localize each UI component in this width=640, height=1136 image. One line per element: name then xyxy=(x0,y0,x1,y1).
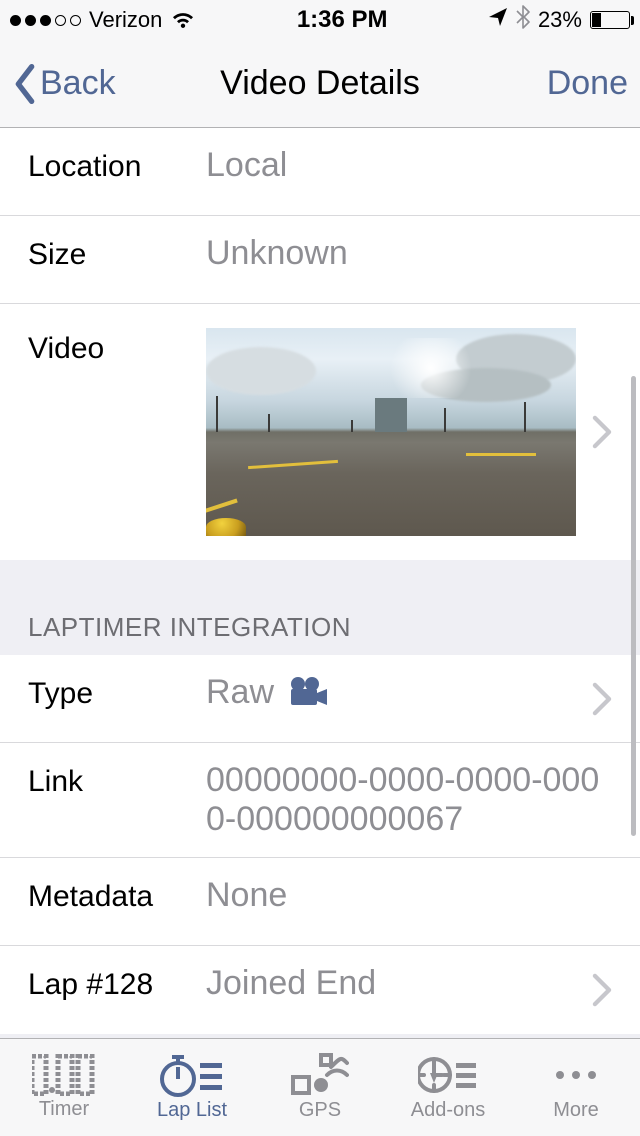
back-button[interactable]: Back xyxy=(12,64,116,104)
timer-icon xyxy=(32,1054,96,1096)
back-label: Back xyxy=(40,64,116,103)
video-thumbnail[interactable] xyxy=(206,328,576,536)
location-services-icon xyxy=(488,6,508,34)
tab-laplist-label: Lap List xyxy=(157,1099,227,1122)
row-type-label: Type xyxy=(28,673,206,711)
tab-laplist[interactable]: Lap List xyxy=(128,1039,256,1136)
row-metadata: Metadata None xyxy=(0,858,640,946)
row-location-value: Local xyxy=(206,146,612,185)
status-right: 23% xyxy=(488,5,630,36)
row-video-label: Video xyxy=(28,328,206,366)
row-size-value: Unknown xyxy=(206,234,612,273)
row-link-label: Link xyxy=(28,761,206,799)
bluetooth-icon xyxy=(516,5,530,36)
signal-strength-icon xyxy=(10,15,81,26)
tab-addons-label: Add-ons xyxy=(411,1099,486,1122)
chevron-right-icon xyxy=(592,415,612,449)
row-lap[interactable]: Lap #128 Joined End xyxy=(0,946,640,1034)
tab-more-label: More xyxy=(553,1099,599,1122)
battery-percent: 23% xyxy=(538,7,582,33)
row-video[interactable]: Video xyxy=(0,304,640,560)
chevron-right-icon xyxy=(592,682,612,716)
nav-bar: Back Video Details Done xyxy=(0,40,640,128)
section-header-laptimer: LAPTIMER INTEGRATION xyxy=(0,560,640,655)
row-size-label: Size xyxy=(28,234,206,272)
row-type[interactable]: Type Raw xyxy=(0,655,640,743)
tab-timer[interactable]: Timer xyxy=(0,1039,128,1136)
status-bar: Verizon 1:36 PM 23% xyxy=(0,0,640,40)
stopwatch-list-icon xyxy=(160,1053,224,1097)
row-type-value: Raw xyxy=(206,673,592,716)
content-scroll[interactable]: Location Local Size Unknown Video xyxy=(0,128,640,1038)
status-time: 1:36 PM xyxy=(297,6,388,34)
done-button[interactable]: Done xyxy=(547,64,628,103)
row-location: Location Local xyxy=(0,128,640,216)
battery-icon xyxy=(590,11,630,29)
camera-icon xyxy=(289,677,329,716)
wifi-icon xyxy=(170,10,196,30)
row-lap-value: Joined End xyxy=(206,964,592,1003)
row-location-label: Location xyxy=(28,146,206,184)
tab-more[interactable]: More xyxy=(512,1039,640,1136)
more-icon xyxy=(552,1053,600,1097)
tab-gps[interactable]: GPS xyxy=(256,1039,384,1136)
row-link-value: 00000000-0000-0000-0000-000000000067 xyxy=(206,761,612,839)
chevron-left-icon xyxy=(12,64,38,104)
row-metadata-value: None xyxy=(206,876,612,915)
row-lap-label: Lap #128 xyxy=(28,964,206,1002)
row-metadata-label: Metadata xyxy=(28,876,206,914)
tab-gps-label: GPS xyxy=(299,1099,341,1122)
scroll-indicator xyxy=(631,376,636,836)
carrier-label: Verizon xyxy=(89,7,162,33)
chevron-right-icon xyxy=(592,973,612,1007)
tab-timer-label: Timer xyxy=(39,1098,89,1121)
addons-icon xyxy=(418,1053,478,1097)
row-link: Link 00000000-0000-0000-0000-00000000006… xyxy=(0,743,640,858)
row-size: Size Unknown xyxy=(0,216,640,304)
tab-addons[interactable]: Add-ons xyxy=(384,1039,512,1136)
gps-icon xyxy=(291,1053,349,1097)
tab-bar: Timer Lap List xyxy=(0,1038,640,1136)
status-left: Verizon xyxy=(10,7,196,33)
